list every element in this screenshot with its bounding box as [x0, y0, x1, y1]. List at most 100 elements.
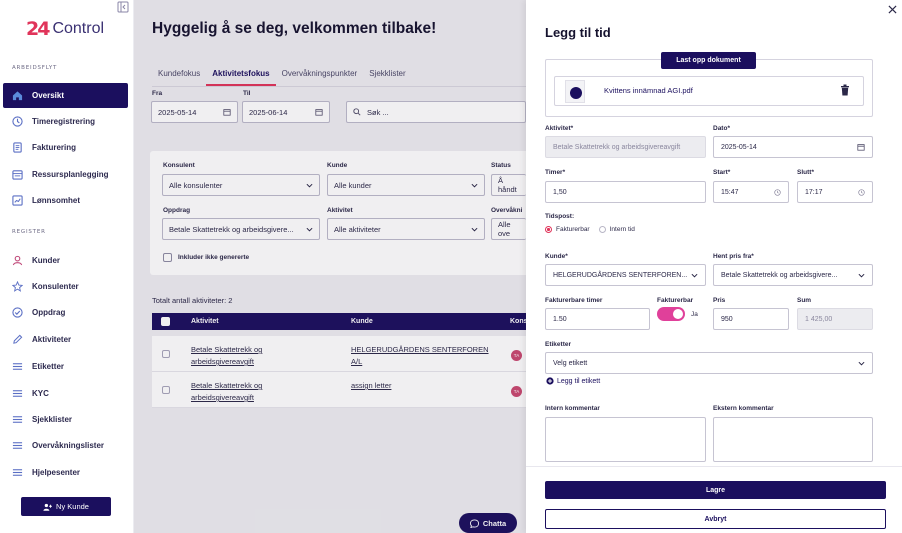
- tag-placeholder: Velg etikett: [553, 359, 588, 367]
- timepost-label: Tidspost:: [545, 213, 575, 220]
- sidebar-item-sjekklister[interactable]: Sjekklister: [3, 407, 128, 432]
- chevron-down-icon: [858, 273, 865, 278]
- sidebar-item-oversikt[interactable]: Oversikt: [3, 83, 128, 108]
- calendar-icon: [857, 144, 865, 151]
- price-field[interactable]: 950: [713, 308, 789, 330]
- start-field-value: 15:47: [721, 188, 739, 196]
- sidebar-item-fakturering[interactable]: Fakturering: [3, 135, 128, 160]
- sidebar-item-hjelpesenter[interactable]: Hjelpesenter: [3, 460, 128, 485]
- pencil-icon: [13, 334, 23, 344]
- logo[interactable]: 24 Control: [26, 18, 104, 40]
- save-button[interactable]: Lagre: [545, 481, 886, 499]
- billable-radio[interactable]: [545, 226, 552, 233]
- billable-option-label: Fakturerbar: [556, 226, 590, 233]
- internal-radio[interactable]: [598, 226, 606, 233]
- sidebar-item-label: Overvåkningslister: [32, 441, 105, 450]
- upload-document-button[interactable]: Last opp dokument: [661, 52, 756, 69]
- list-icon: [12, 390, 23, 397]
- tag-select[interactable]: Velg etikett: [545, 352, 873, 374]
- billable-hours-field[interactable]: 1.50: [545, 308, 650, 330]
- section-label-workflow: ARBEIDSFLYT: [12, 65, 58, 71]
- sidebar-item-ressursplanlegging[interactable]: Ressursplanlegging: [3, 162, 128, 187]
- sidebar-item-etiketter[interactable]: Etiketter: [3, 354, 128, 379]
- sidebar-item-overvakningslister[interactable]: Overvåkningslister: [3, 433, 128, 458]
- add-tag-link[interactable]: Legg til etikett: [546, 377, 600, 385]
- magnify-icon: [570, 87, 582, 99]
- price-from-value: Betale Skattetrekk og arbeidsgivere...: [721, 271, 838, 279]
- invoice-icon: [13, 142, 22, 153]
- end-field-value: 17:17: [805, 188, 823, 196]
- chevron-down-icon: [858, 361, 865, 366]
- add-tag-label: Legg til etikett: [557, 377, 601, 385]
- start-field[interactable]: 15:47: [713, 181, 789, 203]
- clock-icon: [774, 188, 781, 196]
- list-icon: [12, 442, 23, 449]
- internal-option[interactable]: Intern tid: [598, 226, 635, 233]
- list-icon: [12, 363, 23, 370]
- planning-icon: [12, 170, 23, 180]
- sum-label: Sum: [797, 297, 812, 304]
- plus-circle-icon: [546, 377, 554, 385]
- sidebar-item-label: Lønnsomhet: [32, 196, 80, 205]
- customer-select[interactable]: HELGERUDGÅRDENS SENTERFOREN...: [545, 264, 706, 286]
- badge-check-icon: [12, 307, 23, 318]
- sidebar-item-aktiviteter[interactable]: Aktiviteter: [3, 327, 128, 352]
- billable-hours-label: Fakturerbare timer: [545, 297, 603, 304]
- hours-field[interactable]: 1,50: [545, 181, 706, 203]
- hours-field-value: 1,50: [553, 188, 567, 196]
- list-icon: [12, 469, 23, 476]
- timepost-options: Fakturerbar Intern tid: [545, 226, 635, 233]
- price-value: 950: [721, 315, 733, 323]
- close-icon[interactable]: [888, 5, 897, 14]
- sidebar-item-label: Hjelpesenter: [32, 468, 81, 477]
- internal-comment-field[interactable]: [545, 417, 706, 462]
- date-field[interactable]: 2025-05-14: [713, 136, 873, 158]
- sidebar-item-label: Konsulenter: [32, 282, 79, 291]
- sidebar-item-kyc[interactable]: KYC: [3, 381, 128, 406]
- sidebar-item-label: Fakturering: [32, 143, 77, 152]
- logo-text: Control: [52, 20, 105, 37]
- sidebar-item-label: Kunder: [32, 256, 60, 265]
- new-customer-button[interactable]: Ny Kunde: [21, 497, 111, 516]
- activity-label: Aktivitet*: [545, 125, 574, 132]
- add-time-drawer: Legg til tid Last opp dokument Kvittens …: [526, 0, 902, 533]
- section-label-register: REGISTER: [12, 229, 46, 235]
- chart-icon: [12, 195, 23, 206]
- file-thumbnail[interactable]: [565, 80, 585, 103]
- modal-overlay[interactable]: [134, 0, 526, 533]
- sidebar-item-timeregistrering[interactable]: Timeregistrering: [3, 109, 128, 134]
- collapse-sidebar-icon[interactable]: [117, 1, 129, 13]
- sidebar-item-label: Sjekklister: [32, 415, 73, 424]
- customer-select-value: HELGERUDGÅRDENS SENTERFOREN...: [553, 271, 688, 279]
- price-label: Pris: [713, 297, 726, 304]
- clock-icon: [858, 188, 865, 196]
- home-icon: [12, 91, 23, 101]
- sidebar-item-konsulenter[interactable]: Konsulenter: [3, 274, 128, 299]
- date-label: Dato*: [713, 125, 730, 132]
- price-from-select[interactable]: Betale Skattetrekk og arbeidsgivere...: [713, 264, 873, 286]
- sidebar-item-label: Timeregistrering: [32, 117, 95, 126]
- billable-toggle[interactable]: [657, 307, 685, 321]
- hours-label: Timer*: [545, 169, 566, 176]
- billable-toggle-text: Ja: [691, 311, 698, 318]
- sidebar: 24 Control ARBEIDSFLYT Oversikt Timeregi…: [0, 0, 134, 533]
- drawer-title: Legg til tid: [545, 25, 611, 40]
- external-comment-field[interactable]: [713, 417, 873, 462]
- external-comment-label: Ekstern kommentar: [713, 405, 774, 412]
- file-name[interactable]: Kvittens innämnad AGI.pdf: [604, 86, 693, 95]
- user-icon: [12, 255, 23, 266]
- trash-icon[interactable]: [840, 84, 850, 96]
- star-icon: [12, 281, 23, 292]
- sidebar-item-kunder[interactable]: Kunder: [3, 248, 128, 273]
- internal-option-label: Intern tid: [609, 226, 635, 233]
- cancel-button[interactable]: Avbryt: [545, 509, 886, 529]
- sidebar-item-oppdrag[interactable]: Oppdrag: [3, 300, 128, 325]
- sum-value: 1 425,00: [805, 315, 833, 323]
- sidebar-item-lonnsomhet[interactable]: Lønnsomhet: [3, 188, 128, 213]
- end-field[interactable]: 17:17: [797, 181, 873, 203]
- sidebar-item-label: Ressursplanlegging: [32, 170, 109, 179]
- billable-option[interactable]: Fakturerbar: [545, 226, 590, 233]
- tag-label: Etiketter: [545, 341, 572, 348]
- chevron-down-icon: [691, 273, 698, 278]
- app: 24 Control ARBEIDSFLYT Oversikt Timeregi…: [0, 0, 902, 533]
